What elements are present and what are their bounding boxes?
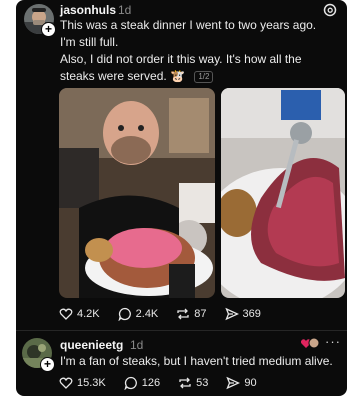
reply-actions: 15.3K 126 53 90 [59,376,275,390]
comment-icon [118,307,131,321]
share-button[interactable]: 369 [224,307,261,321]
send-icon [226,376,241,390]
reply-like-button[interactable]: 15.3K [59,376,106,390]
threads-logo-icon[interactable] [323,3,337,17]
reply-like-count: 15.3K [77,377,106,389]
repost-button[interactable]: 87 [176,307,207,321]
cow-emoji: 🐮 [170,69,186,83]
reply-share-count: 90 [244,377,257,389]
reply-time: 1d [130,338,144,352]
post-image-man-with-steak[interactable] [59,88,215,298]
send-icon [224,307,239,321]
post-divider [16,330,347,331]
reply-comment-count: 126 [141,377,161,389]
liked-by-author-icon [300,336,320,350]
reply-share-button[interactable]: 90 [226,376,257,390]
post-actions: 4.2K 2.4K 87 369 [59,307,279,321]
heart-icon [59,308,73,320]
threads-card: + jasonhuls 1d This was a steak dinner I… [16,0,347,396]
post-text-line1: This was a steak dinner I went to two ye… [60,18,317,49]
repost-icon [179,377,191,389]
comment-button[interactable]: 2.4K [118,307,159,321]
more-options-icon[interactable]: ··· [325,334,341,349]
follow-plus-icon[interactable]: + [40,357,55,372]
reply-username[interactable]: queenieetg [60,338,123,352]
post-time: 1d [118,3,132,17]
comment-count: 2.4K [135,308,159,320]
post-username[interactable]: jasonhuls [60,3,116,17]
reply-repost-count: 53 [196,377,209,389]
post-text-line2: Also, I did not order it this way. It's … [60,51,330,85]
reply-text: I'm a fan of steaks, but I haven't tried… [60,354,333,368]
comment-icon [124,376,137,390]
repost-count: 87 [194,308,207,320]
heart-icon [59,377,73,389]
follow-plus-icon[interactable]: + [41,22,56,37]
media-pager: 1/2 [194,70,214,83]
like-count: 4.2K [77,308,100,320]
reply-repost-button[interactable]: 53 [178,376,208,390]
reply-comment-button[interactable]: 126 [124,376,160,390]
like-button[interactable]: 4.2K [59,307,100,321]
repost-icon [177,308,189,320]
share-count: 369 [242,308,261,320]
post-image-steak-closeup[interactable] [221,88,345,298]
